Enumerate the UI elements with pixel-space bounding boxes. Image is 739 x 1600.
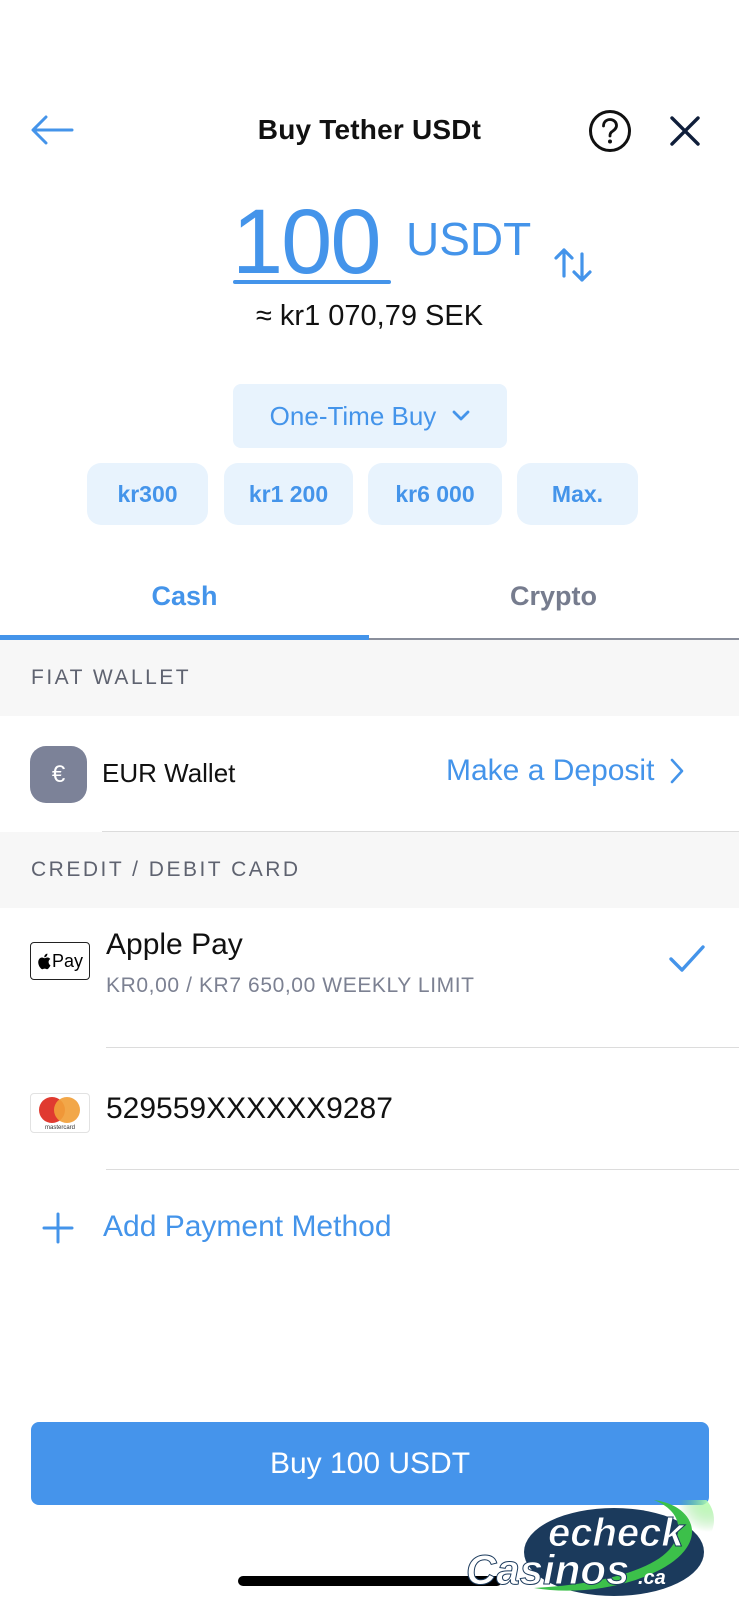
eur-wallet-row[interactable]: € EUR Wallet Make a Deposit xyxy=(0,716,739,832)
home-indicator xyxy=(238,1576,502,1586)
tab-crypto[interactable]: Crypto xyxy=(369,560,738,638)
purchase-type-dropdown[interactable]: One-Time Buy xyxy=(233,384,507,448)
apple-icon xyxy=(38,953,51,969)
help-button[interactable] xyxy=(588,109,632,153)
apple-pay-logo-text: Pay xyxy=(51,950,84,971)
preset-max-button[interactable]: Max. xyxy=(517,463,638,525)
mastercard-circle-orange xyxy=(54,1097,80,1123)
watermark-line2: Casinos xyxy=(466,1546,629,1593)
buy-button[interactable]: Buy 100 USDT xyxy=(31,1422,709,1505)
preset-button[interactable]: kr1 200 xyxy=(224,463,353,525)
amount-input[interactable]: 100 xyxy=(232,192,381,292)
tab-cash[interactable]: Cash xyxy=(0,560,369,638)
header-bar: Buy Tether USDt xyxy=(0,100,739,162)
mastercard-logo-icon: mastercard xyxy=(30,1093,90,1133)
preset-button[interactable]: kr300 xyxy=(87,463,208,525)
question-circle-icon xyxy=(589,110,631,152)
mastercard-logo-text: mastercard xyxy=(44,1125,75,1131)
card-number: 529559XXXXXX9287 xyxy=(106,1092,393,1125)
amount-display: 100 USDT xyxy=(0,192,739,292)
chevron-down-icon xyxy=(452,410,470,421)
weekly-limit-text: KR0,00 / KR7 650,00 WEEKLY LIMIT xyxy=(106,974,475,997)
watermark-suffix: .ca xyxy=(638,1567,666,1589)
chevron-right-icon xyxy=(671,758,684,784)
section-header-fiat-wallet: FIAT WALLET xyxy=(0,640,739,716)
purchase-type-label: One-Time Buy xyxy=(269,400,437,431)
divider xyxy=(106,1169,739,1170)
payment-method-mastercard[interactable]: mastercard 529559XXXXXX9287 xyxy=(0,1048,739,1170)
payment-source-tabs: Cash Crypto xyxy=(0,560,739,640)
watermark-logo: echeck Casinos .ca xyxy=(464,1490,714,1600)
apple-pay-logo-icon: Pay xyxy=(30,942,90,980)
plus-icon xyxy=(42,1212,74,1244)
checkmark-icon xyxy=(669,945,705,972)
watermark-swoosh-icon: echeck Casinos .ca xyxy=(466,1490,714,1596)
payment-method-apple-pay[interactable]: Pay Apple Pay KR0,00 / KR7 650,00 WEEKLY… xyxy=(0,908,739,1048)
preset-amounts: kr300 kr1 200 kr6 000 Max. xyxy=(0,463,739,525)
section-header-cards: CREDIT / DEBIT CARD xyxy=(0,832,739,908)
swap-arrows-icon xyxy=(554,248,592,282)
preset-button[interactable]: kr6 000 xyxy=(368,463,502,525)
add-payment-method-label: Add Payment Method xyxy=(103,1210,392,1243)
wallet-name: EUR Wallet xyxy=(102,758,236,788)
make-deposit-link[interactable]: Make a Deposit xyxy=(446,754,684,788)
amount-underline xyxy=(233,280,391,284)
close-button[interactable] xyxy=(666,112,704,150)
euro-icon: € xyxy=(30,746,87,803)
swap-currency-button[interactable] xyxy=(552,244,596,288)
payment-method-name: Apple Pay xyxy=(106,928,243,961)
amount-currency: USDT xyxy=(406,213,532,265)
add-payment-method-button[interactable]: Add Payment Method xyxy=(0,1204,739,1256)
close-icon xyxy=(670,116,700,146)
converted-amount: ≈ kr1 070,79 SEK xyxy=(255,300,484,332)
make-deposit-label: Make a Deposit xyxy=(446,754,655,787)
